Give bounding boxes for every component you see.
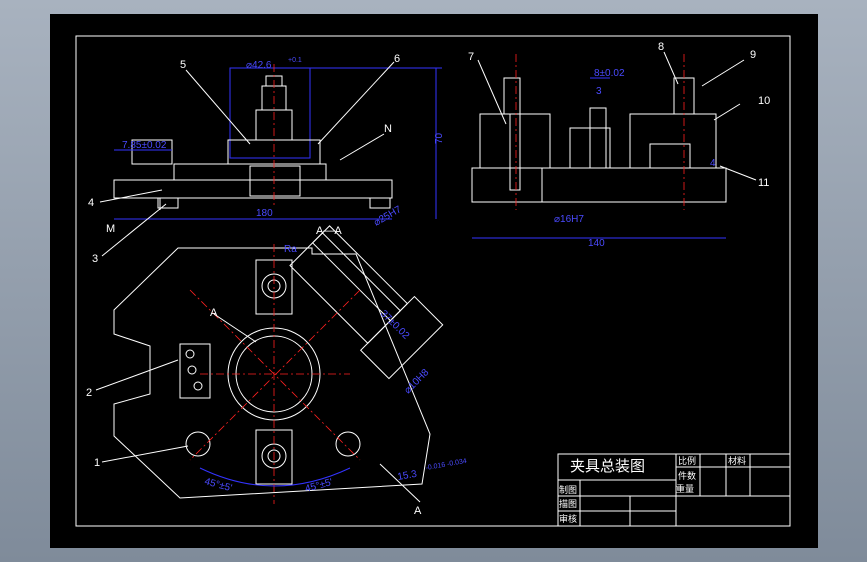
drawing-border: [75, 35, 791, 527]
dim-d7: 140: [588, 238, 605, 249]
section-label-aa: A—A: [316, 225, 342, 237]
part-label-2: 2: [86, 387, 92, 399]
dim-d12: 15.3: [397, 469, 419, 483]
part-label-6: 6: [394, 53, 400, 65]
dim-d10: 37±0.02: [378, 308, 412, 342]
dim-d9: 4: [710, 158, 716, 169]
part-label-5: 5: [180, 59, 186, 71]
side-view: [471, 54, 727, 239]
tb-weight: 重量: [676, 483, 694, 495]
label-m: M: [106, 223, 115, 235]
tb-ratio: 比例: [678, 455, 696, 467]
part-label-3: 3: [92, 253, 98, 265]
dim-d12-tol: -0.016 -0.034: [425, 458, 467, 472]
part-label-7: 7: [468, 51, 474, 63]
top-view: [113, 244, 431, 504]
section-label-a1: A: [210, 307, 218, 319]
dim-d14: 45°±5': [304, 477, 334, 495]
drawing-sheet: 夹具总装图 比例 件数 材料 重量 制图 描图 审核 1 2 3 4 5 6 7…: [50, 14, 818, 548]
part-label-10: 10: [758, 95, 770, 107]
section-label-a2: A: [414, 505, 422, 517]
part-label-8: 8: [658, 41, 664, 53]
leaders: [95, 51, 757, 503]
part-label-1: 1: [94, 457, 100, 469]
tb-traced: 描图: [559, 498, 577, 510]
dim-d8: ⌀16H7: [554, 214, 584, 225]
drawing-title: 夹具总装图: [570, 457, 645, 475]
dim-d1: ⌀42.6: [246, 60, 272, 71]
tb-material: 材料: [728, 455, 746, 467]
tb-checked: 审核: [559, 513, 577, 525]
dim-d5: 8±0.02: [594, 68, 625, 79]
dim-d4: 70: [434, 132, 445, 144]
dim-d1-tol: +0.1: [288, 57, 302, 64]
cad-window: 夹具总装图 比例 件数 材料 重量 制图 描图 审核 1 2 3 4 5 6 7…: [0, 0, 867, 562]
dim-d11: ⌀10H8: [402, 367, 431, 396]
part-label-11: 11: [758, 177, 769, 189]
tb-drawn: 制图: [559, 484, 577, 496]
dim-d3: 180: [256, 208, 273, 219]
part-label-4: 4: [88, 197, 94, 209]
assembly-drawing: 夹具总装图 比例 件数 材料 重量 制图 描图 审核 1 2 3 4 5 6 7…: [75, 35, 791, 527]
dim-d16: Ra: [284, 244, 297, 255]
dim-d2: 7.85±0.02: [122, 140, 167, 151]
part-label-9: 9: [750, 49, 756, 61]
label-n: N: [384, 123, 392, 135]
tb-qty: 件数: [678, 470, 696, 482]
dim-d6: 3: [596, 86, 602, 97]
